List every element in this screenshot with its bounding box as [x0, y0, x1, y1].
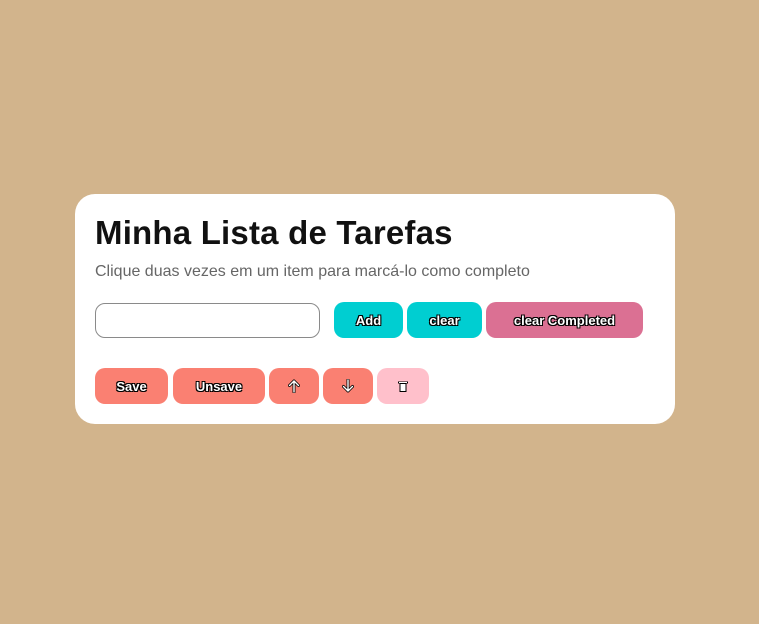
arrow-up-icon [288, 379, 300, 393]
add-button[interactable]: Add [334, 302, 403, 338]
save-button[interactable]: Save [95, 368, 168, 404]
instructions-text: Clique duas vezes em um item para marcá-… [95, 263, 530, 280]
unsave-button[interactable]: Unsave [173, 368, 265, 404]
task-input[interactable] [95, 303, 320, 338]
arrow-down-icon [342, 379, 354, 393]
todo-card: Minha Lista de Tarefas Clique duas vezes… [75, 194, 675, 424]
delete-button[interactable] [377, 368, 429, 404]
trash-icon [397, 380, 409, 393]
page-title: Minha Lista de Tarefas [95, 214, 453, 251]
move-up-button[interactable] [269, 368, 319, 404]
move-down-button[interactable] [323, 368, 373, 404]
clear-completed-button[interactable]: clear Completed [486, 302, 643, 338]
clear-button[interactable]: clear [407, 302, 482, 338]
